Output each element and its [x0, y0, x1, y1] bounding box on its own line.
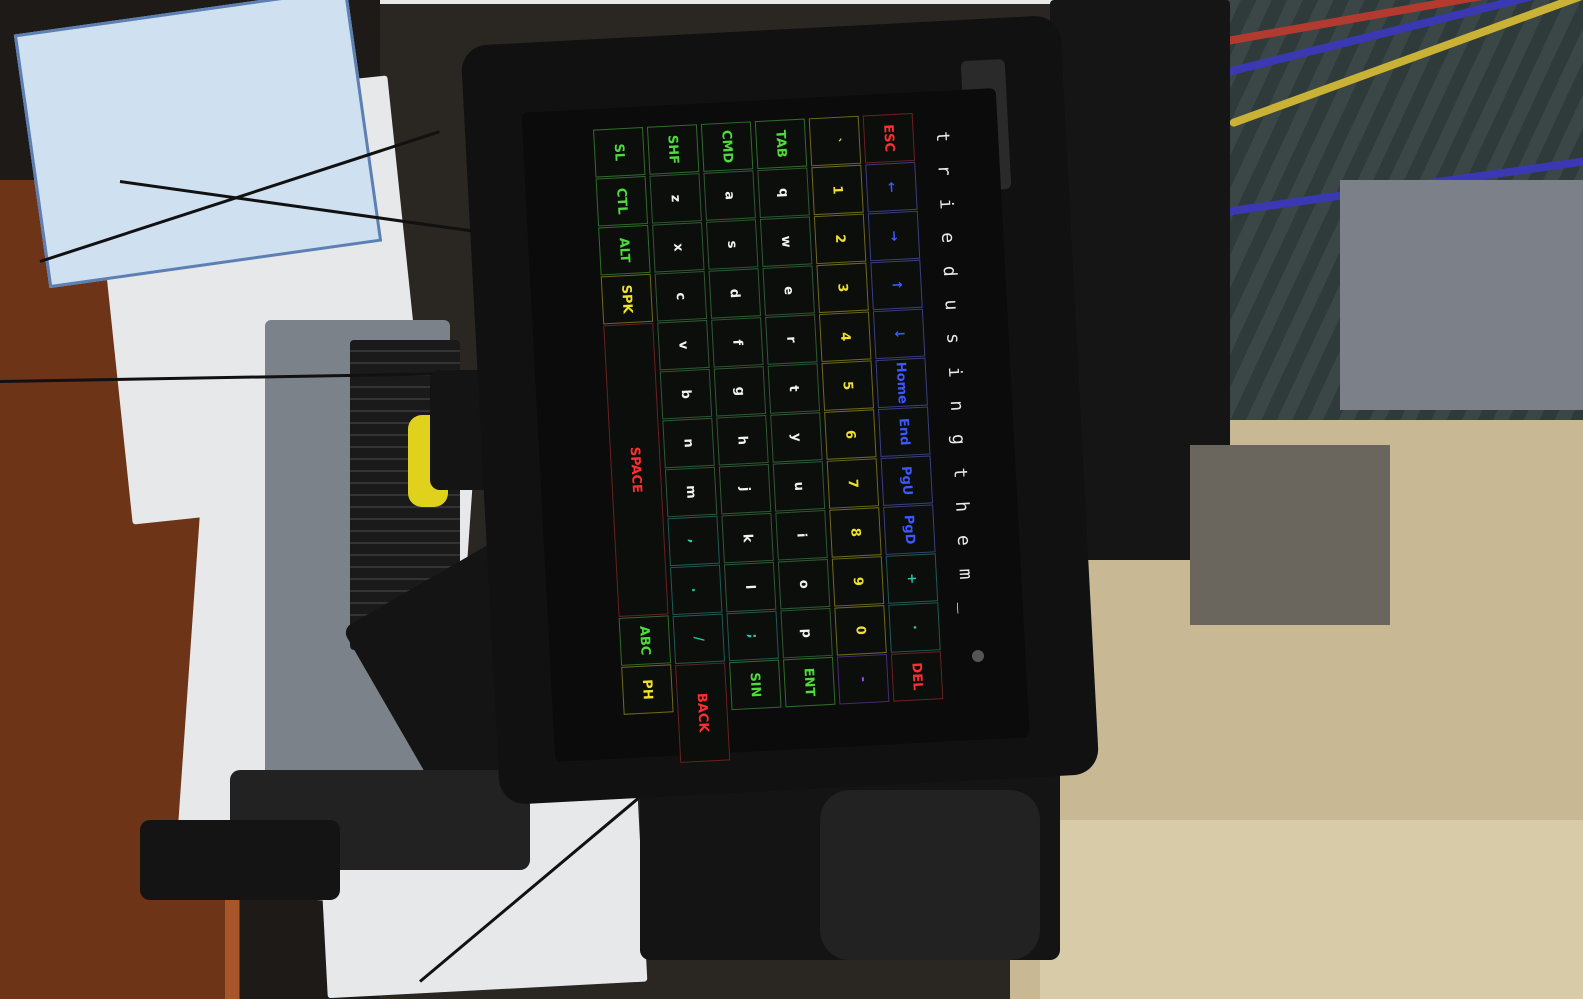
key-char[interactable]: ,: [667, 515, 720, 567]
key-char[interactable]: 8: [829, 507, 882, 558]
key-char[interactable]: p: [780, 607, 833, 659]
key-sin[interactable]: SIN: [729, 659, 782, 711]
key-char[interactable]: 2: [813, 213, 867, 265]
key-char[interactable]: 3: [816, 262, 869, 314]
key-pgd[interactable]: PgD: [883, 504, 936, 555]
key-char[interactable]: o: [777, 558, 831, 610]
key-ent[interactable]: ENT: [783, 656, 836, 708]
key-char[interactable]: v: [657, 319, 710, 371]
key-char[interactable]: f: [711, 317, 764, 368]
key-char[interactable]: ↑: [870, 259, 923, 311]
key-sl[interactable]: SL: [593, 127, 646, 178]
key-char[interactable]: g: [713, 366, 767, 417]
key-char[interactable]: d: [708, 268, 762, 319]
key-char[interactable]: 0: [834, 605, 887, 656]
key-char[interactable]: l: [723, 561, 777, 613]
key-char[interactable]: →: [867, 210, 921, 262]
key-char[interactable]: t: [767, 363, 821, 414]
key-char[interactable]: 5: [821, 360, 874, 411]
key-back[interactable]: BACK: [675, 662, 731, 763]
blue-folder: [13, 0, 383, 289]
key-tab[interactable]: TAB: [754, 118, 808, 170]
tablet-stand-foot: [820, 790, 1040, 960]
key-char[interactable]: /: [672, 613, 726, 665]
key-char[interactable]: z: [649, 173, 702, 224]
key-char[interactable]: 6: [824, 409, 877, 460]
key-char[interactable]: ←: [865, 161, 918, 213]
office-wall-lower: [1040, 820, 1583, 999]
key-char[interactable]: -: [836, 653, 890, 705]
key-char[interactable]: ;: [726, 610, 779, 662]
key-abc[interactable]: ABC: [618, 615, 672, 666]
key-cmd[interactable]: CMD: [700, 121, 754, 172]
key-char[interactable]: +: [885, 553, 939, 604]
key-ctl[interactable]: CTL: [595, 175, 649, 227]
key-char[interactable]: h: [716, 414, 769, 466]
key-char[interactable]: a: [703, 170, 756, 221]
key-char[interactable]: k: [721, 512, 774, 564]
key-char[interactable]: 7: [826, 458, 880, 509]
onscreen-keyboard: t r i e d u s i n g t h e m _ ESC ← → ↑ ↓ Hom…: [589, 111, 981, 763]
key-char[interactable]: y: [770, 412, 823, 463]
key-shf[interactable]: SHF: [646, 124, 700, 175]
mount-plate: [1190, 445, 1390, 625]
key-ph[interactable]: PH: [621, 664, 674, 715]
key-char[interactable]: 9: [831, 556, 885, 607]
key-char[interactable]: r: [765, 314, 818, 365]
key-char[interactable]: .: [670, 564, 723, 616]
key-char[interactable]: `: [808, 115, 862, 167]
key-del[interactable]: DEL: [890, 651, 944, 702]
key-char[interactable]: u: [772, 461, 826, 512]
key-esc[interactable]: ESC: [862, 112, 916, 164]
key-char[interactable]: w: [759, 216, 813, 267]
key-home[interactable]: Home: [875, 357, 928, 409]
key-char[interactable]: ↓: [872, 308, 926, 360]
key-alt[interactable]: ALT: [598, 224, 651, 276]
key-char[interactable]: i: [775, 510, 828, 561]
key-char[interactable]: b: [659, 368, 713, 420]
key-char[interactable]: q: [757, 167, 810, 219]
photo-scene: t r i e d u s i n g t h e m _ ESC ← → ↑ ↓ Hom…: [0, 0, 1583, 999]
key-char[interactable]: ·: [888, 602, 941, 653]
key-char[interactable]: 4: [818, 311, 872, 362]
key-pgu[interactable]: PgU: [880, 455, 934, 506]
key-char[interactable]: c: [654, 270, 708, 322]
key-char[interactable]: s: [705, 219, 759, 270]
key-spk[interactable]: SPK: [600, 273, 654, 325]
mount-handle: [140, 820, 340, 900]
key-char[interactable]: j: [718, 463, 772, 515]
key-char[interactable]: x: [652, 222, 705, 273]
key-char[interactable]: m: [664, 466, 718, 518]
carpet-area: [1340, 180, 1583, 410]
key-char[interactable]: n: [662, 417, 715, 469]
key-char[interactable]: e: [762, 265, 815, 316]
key-char[interactable]: 1: [811, 164, 864, 216]
keyboard-viewport: t r i e d u s i n g t h e m _ ESC ← → ↑ ↓ Hom…: [520, 110, 1050, 763]
key-end[interactable]: End: [878, 406, 931, 458]
